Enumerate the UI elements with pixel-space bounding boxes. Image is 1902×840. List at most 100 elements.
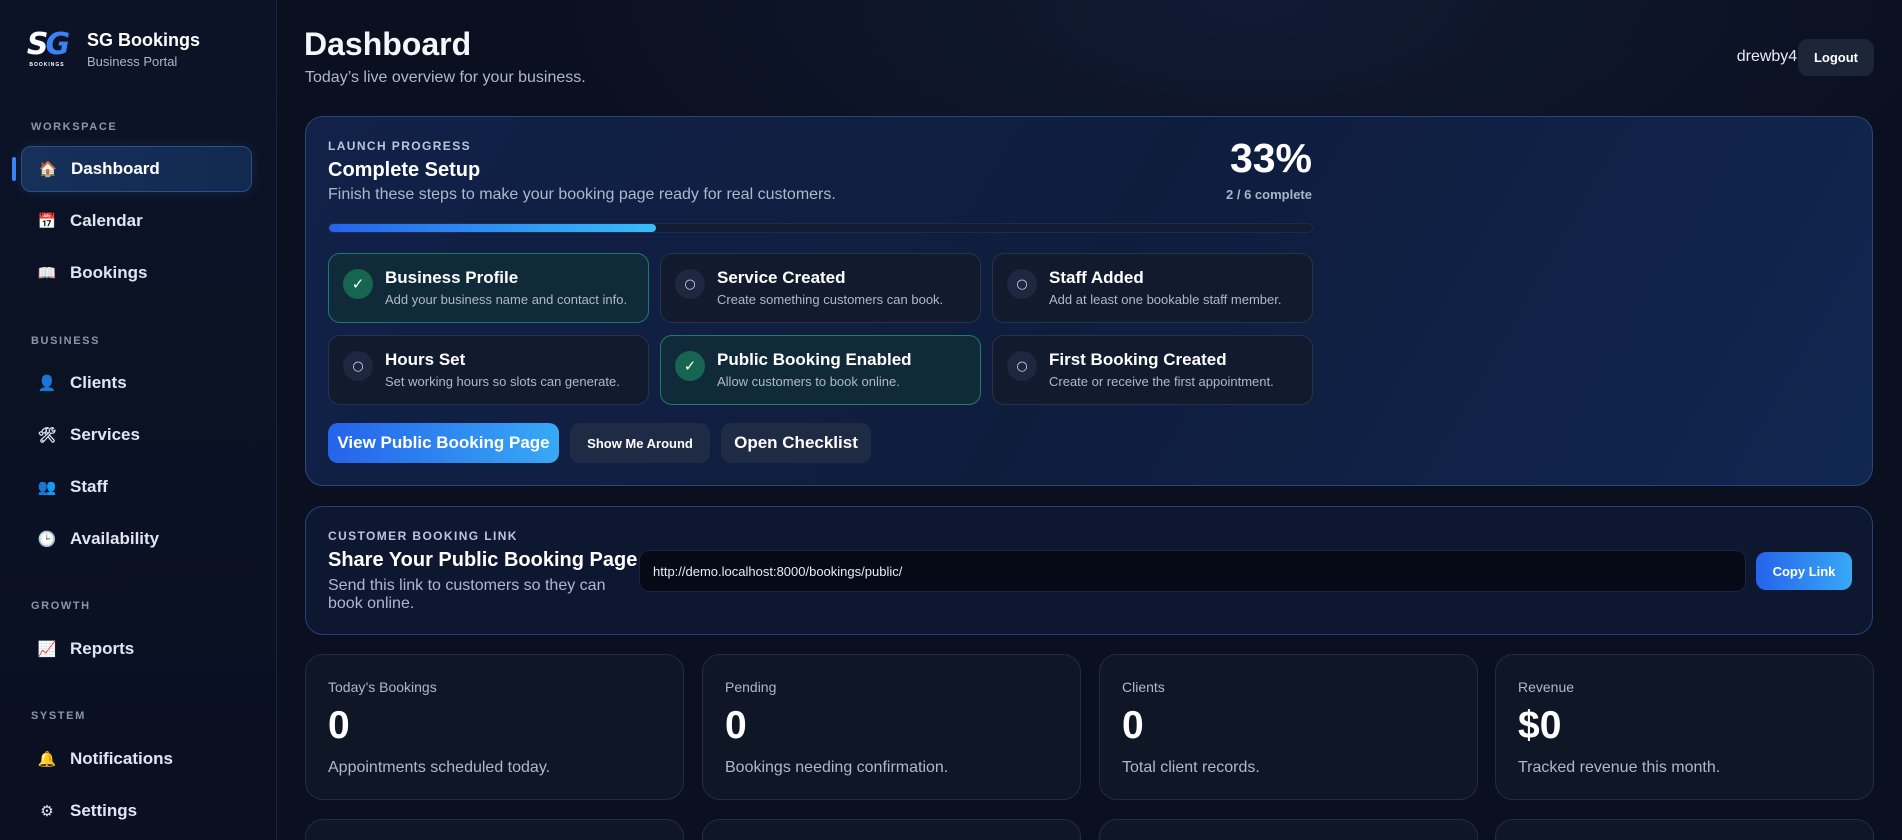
booking-url-field[interactable] [639, 550, 1746, 592]
sidebar-item-label: Bookings [70, 263, 148, 282]
booking-link-card: CUSTOMER BOOKING LINK Share Your Public … [305, 506, 1873, 635]
sidebar-item-label: Calendar [70, 211, 143, 230]
setup-step-title: Hours Set [385, 350, 466, 369]
setup-step-description: Create or receive the first appointment. [1049, 374, 1274, 389]
page-title: Dashboard [304, 26, 472, 62]
sidebar-item-label: Clients [70, 373, 127, 392]
logout-button[interactable]: Logout [1798, 39, 1874, 76]
stat-card-todays-bookings: Today’s Bookings 0 Appointments schedule… [305, 654, 684, 800]
stat-description: Total client records. [1122, 759, 1260, 776]
chart-icon: 📈 [37, 640, 57, 658]
bell-icon: 🔔 [37, 750, 57, 768]
stat-card-placeholder [702, 819, 1081, 840]
stat-card-placeholder [1099, 819, 1478, 840]
setup-step-title: Business Profile [385, 268, 519, 287]
sidebar-item-label: Staff [70, 477, 108, 496]
progress-count: 2 / 6 complete [1226, 187, 1312, 202]
stat-card-pending: Pending 0 Bookings needing confirmation. [702, 654, 1081, 800]
stat-label: Today’s Bookings [328, 679, 437, 695]
brand-tagline: Business Portal [87, 54, 178, 69]
stat-description: Appointments scheduled today. [328, 759, 551, 776]
tools-icon: 🛠 [37, 426, 57, 444]
launch-progress-card: LAUNCH PROGRESS Complete Setup Finish th… [305, 116, 1873, 486]
nav-section-growth: GROWTH [31, 600, 91, 612]
logo-letter-g: G [45, 27, 70, 62]
sidebar-item-label: Reports [70, 639, 135, 658]
sidebar-item-reports[interactable]: 📈 Reports [21, 626, 252, 672]
share-description: Send this link to customers so they can … [328, 577, 606, 612]
stat-label: Clients [1122, 679, 1165, 695]
sidebar-item-services[interactable]: 🛠 Services [21, 412, 252, 458]
brand[interactable]: SG BOOKINGS SG Bookings Business Portal [20, 26, 200, 72]
sidebar-item-label: Notifications [70, 749, 173, 768]
checkmark-icon: ✓ [343, 269, 373, 299]
show-me-around-button[interactable]: Show Me Around [570, 423, 710, 463]
setup-step-description: Add at least one bookable staff member. [1049, 292, 1282, 307]
sidebar-item-availability[interactable]: 🕒 Availability [21, 516, 252, 562]
setup-step[interactable]: ✓ Business Profile Add your business name … [328, 253, 649, 323]
gear-icon: ⚙ [40, 802, 54, 820]
setup-step-title: Public Booking Enabled [717, 350, 912, 369]
brand-name: SG Bookings [87, 30, 201, 50]
view-public-booking-button[interactable]: View Public Booking Page [328, 423, 559, 463]
calendar-icon: 📅 [37, 212, 57, 230]
setup-step-title: Staff Added [1049, 268, 1144, 287]
nav-section-business: BUSINESS [31, 335, 101, 347]
clock-icon: 🕒 [37, 530, 57, 548]
sidebar-item-bookings[interactable]: 📖 Bookings [21, 250, 252, 296]
setup-step-title: First Booking Created [1049, 350, 1227, 369]
setup-step-description: Add your business name and contact info. [385, 292, 628, 307]
logo-letter-s: S [26, 27, 49, 62]
share-title: Share Your Public Booking Page [328, 549, 638, 571]
stat-value: 0 [1122, 704, 1144, 747]
launch-eyebrow: LAUNCH PROGRESS [328, 139, 472, 153]
sidebar-item-settings[interactable]: ⚙ Settings [21, 788, 252, 834]
book-icon: 📖 [37, 264, 57, 282]
circle-icon: ○ [1007, 269, 1037, 299]
launch-description: Finish these steps to make your booking … [328, 186, 836, 203]
progress-bar-fill [329, 224, 657, 232]
stat-value: $0 [1518, 704, 1562, 747]
sidebar-item-calendar[interactable]: 📅 Calendar [21, 198, 252, 244]
setup-step[interactable]: ○ First Booking Created Create or receive … [992, 335, 1313, 405]
setup-step[interactable]: ✓ Public Booking Enabled Allow customers t… [660, 335, 981, 405]
stat-value: 0 [725, 704, 747, 747]
sidebar: SG BOOKINGS SG Bookings Business Portal … [0, 0, 277, 840]
sidebar-item-label: Availability [70, 529, 160, 548]
share-eyebrow: CUSTOMER BOOKING LINK [328, 529, 518, 543]
stat-card-placeholder [1495, 819, 1874, 840]
active-indicator [12, 157, 16, 181]
nav-section-system: SYSTEM [31, 710, 86, 722]
sidebar-item-label: Services [70, 425, 140, 444]
sidebar-item-clients[interactable]: 👤 Clients [21, 360, 252, 406]
progress-percent: 33% [1229, 135, 1312, 181]
sidebar-item-notifications[interactable]: 🔔 Notifications [21, 736, 252, 782]
logo-subtext: BOOKINGS [29, 62, 65, 68]
sidebar-item-dashboard[interactable]: 🏠 Dashboard [21, 146, 252, 192]
page-subtitle: Today’s live overview for your business. [305, 69, 586, 86]
stat-card-revenue: Revenue $0 Tracked revenue this month. [1495, 654, 1874, 800]
circle-icon: ○ [343, 351, 373, 381]
main-content: Dashboard Today’s live overview for your… [277, 0, 1902, 840]
brand-logo: SG BOOKINGS [20, 26, 74, 72]
open-checklist-button[interactable]: Open Checklist [721, 423, 871, 463]
setup-step[interactable]: ○ Service Created Create something custome… [660, 253, 981, 323]
setup-step[interactable]: ○ Hours Set Set working hours so slots can… [328, 335, 649, 405]
copy-link-button[interactable]: Copy Link [1756, 552, 1852, 590]
home-icon: 🏠 [38, 160, 58, 178]
stat-label: Revenue [1518, 679, 1575, 695]
user-icon: 👤 [37, 374, 57, 392]
setup-step[interactable]: ○ Staff Added Add at least one bookable st… [992, 253, 1313, 323]
setup-step-title: Service Created [717, 268, 846, 287]
sidebar-item-label: Settings [70, 801, 138, 820]
sidebar-item-staff[interactable]: 👥 Staff [21, 464, 252, 510]
launch-title: Complete Setup [328, 159, 481, 181]
progress-bar [328, 223, 1313, 233]
stat-card-clients: Clients 0 Total client records. [1099, 654, 1478, 800]
nav-section-workspace: WORKSPACE [31, 121, 118, 133]
stat-card-placeholder [305, 819, 684, 840]
circle-icon: ○ [675, 269, 705, 299]
users-icon: 👥 [37, 478, 57, 496]
setup-step-description: Create something customers can book. [717, 292, 944, 307]
stat-label: Pending [725, 679, 777, 695]
